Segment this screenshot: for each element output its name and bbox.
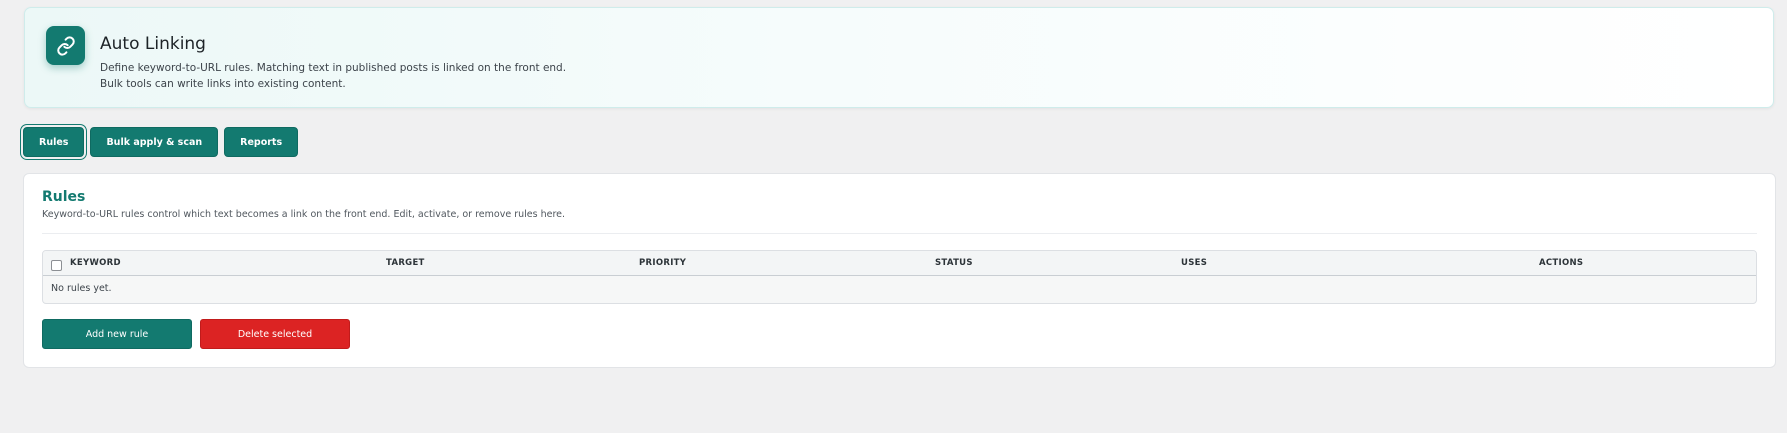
rules-table: KEYWORD TARGET PRIORITY STATUS USES ACTI…: [42, 250, 1757, 304]
tab-reports[interactable]: Reports: [224, 127, 299, 157]
select-all-checkbox[interactable]: [51, 260, 62, 271]
column-header-priority: PRIORITY: [639, 258, 687, 268]
column-header-status: STATUS: [935, 258, 973, 268]
column-header-target: TARGET: [386, 258, 425, 268]
link-icon: [46, 26, 85, 65]
empty-table-message: No rules yet.: [51, 283, 112, 294]
rules-panel: Rules Keyword-to-URL rules control which…: [23, 173, 1776, 368]
table-header: KEYWORD TARGET PRIORITY STATUS USES ACTI…: [43, 251, 1756, 276]
page-description-line-1: Define keyword-to-URL rules. Matching te…: [100, 62, 567, 74]
tab-bulk-apply-scan[interactable]: Bulk apply & scan: [90, 127, 219, 157]
tab-rules[interactable]: Rules: [23, 127, 85, 157]
rules-panel-title: Rules: [42, 189, 86, 205]
panel-divider: [42, 233, 1757, 234]
page-header-card: Auto Linking Define keyword-to-URL rules…: [24, 7, 1774, 108]
add-new-rule-button[interactable]: Add new rule: [42, 319, 192, 349]
page-description: Define keyword-to-URL rules. Matching te…: [100, 60, 566, 92]
column-header-actions: ACTIONS: [1539, 258, 1584, 268]
column-header-uses: USES: [1181, 258, 1208, 268]
delete-selected-button[interactable]: Delete selected: [200, 319, 350, 349]
page-description-line-2: Bulk tools can write links into existing…: [100, 78, 346, 90]
page-title: Auto Linking: [100, 34, 206, 54]
column-header-keyword: KEYWORD: [70, 258, 121, 268]
tab-bar: Rules Bulk apply & scan Reports: [23, 127, 299, 157]
rules-panel-description: Keyword-to-URL rules control which text …: [42, 209, 566, 220]
